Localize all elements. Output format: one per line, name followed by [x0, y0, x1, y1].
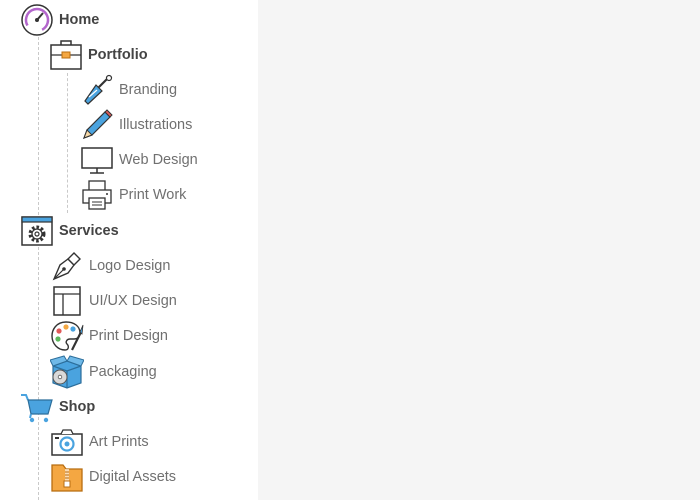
paint-palette-icon	[50, 319, 84, 353]
tree-node-logo-design[interactable]: Logo Design	[50, 249, 170, 283]
tree-node-label: Services	[59, 223, 119, 239]
tree-node-label: Logo Design	[89, 258, 171, 274]
tree-node-label: Web Design	[119, 152, 198, 168]
briefcase-icon	[49, 38, 83, 72]
tree-node-home[interactable]: Home	[20, 3, 99, 37]
printer-icon	[80, 178, 114, 212]
dashboard-gauge-icon	[20, 3, 54, 37]
gear-window-icon	[20, 214, 54, 248]
tree-node-branding[interactable]: Branding	[80, 73, 177, 107]
paintbrush-icon	[80, 73, 114, 107]
tree-node-art-prints[interactable]: Art Prints	[50, 425, 149, 459]
tree-node-label: Print Work	[119, 187, 187, 203]
content-area	[258, 0, 700, 500]
tree-node-label: Illustrations	[119, 117, 193, 133]
tree-guide-root	[38, 37, 39, 500]
navigation-tree: Home Portfolio Branding Illustrations We…	[0, 0, 258, 500]
tree-node-label: Print Design	[89, 328, 168, 344]
tree-node-label: Digital Assets	[89, 469, 177, 485]
tree-node-label: UI/UX Design	[89, 293, 177, 309]
zip-folder-icon	[50, 460, 84, 494]
shopping-cart-icon	[20, 390, 54, 424]
tree-node-label: Art Prints	[89, 434, 149, 450]
package-box-icon	[50, 355, 84, 389]
tree-node-label: Packaging	[89, 364, 157, 380]
tree-node-print-work[interactable]: Print Work	[80, 178, 186, 212]
tree-node-label: Shop	[59, 399, 96, 415]
tree-node-print-design[interactable]: Print Design	[50, 319, 168, 353]
pencil-icon	[80, 108, 114, 142]
tree-node-label: Branding	[119, 82, 178, 98]
tree-node-portfolio[interactable]: Portfolio	[49, 38, 148, 72]
tree-guide-portfolio	[67, 73, 68, 213]
monitor-icon	[80, 143, 114, 177]
tree-node-ui-ux-design[interactable]: UI/UX Design	[50, 284, 177, 318]
tree-node-web-design[interactable]: Web Design	[80, 143, 198, 177]
pen-nib-icon	[50, 249, 84, 283]
tree-node-packaging[interactable]: Packaging	[50, 355, 157, 389]
tree-node-services[interactable]: Services	[20, 214, 119, 248]
wireframe-layout-icon	[50, 284, 84, 318]
tree-node-illustrations[interactable]: Illustrations	[80, 108, 192, 142]
tree-node-label: Portfolio	[88, 47, 148, 63]
tree-node-shop[interactable]: Shop	[20, 390, 95, 424]
tree-node-digital-assets[interactable]: Digital Assets	[50, 460, 176, 494]
tree-node-label: Home	[59, 12, 100, 28]
camera-icon	[50, 425, 84, 459]
